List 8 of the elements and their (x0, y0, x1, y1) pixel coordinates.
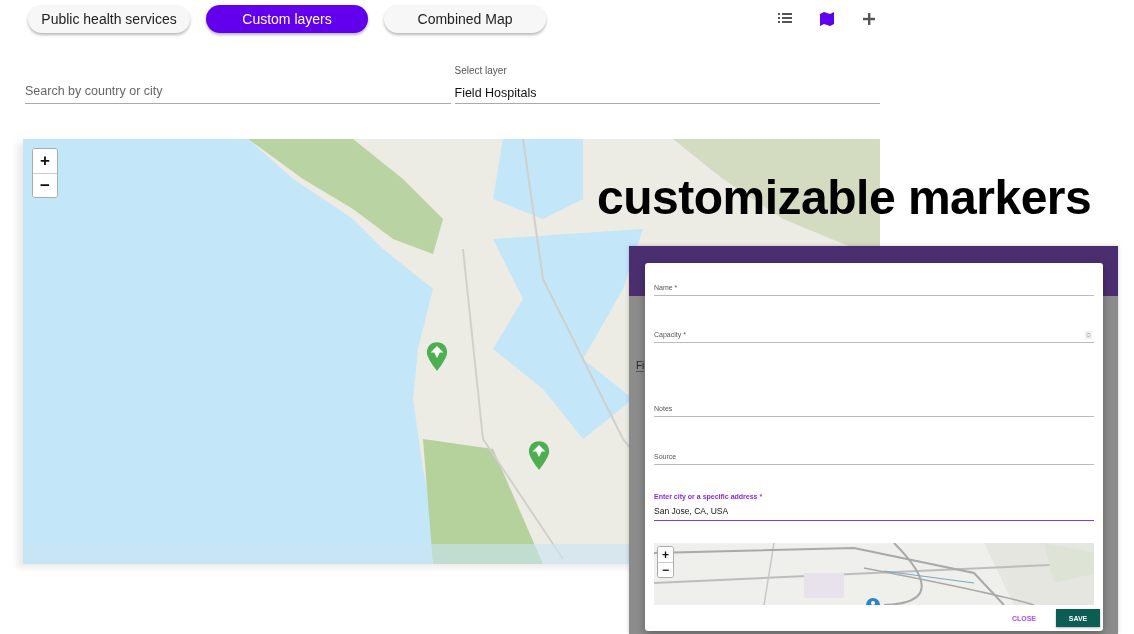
search-field[interactable]: Search by country or city (25, 82, 451, 104)
tab[interactable]: Public health services (28, 5, 190, 33)
tab[interactable]: Custom layers (206, 5, 368, 33)
plus-icon[interactable] (861, 11, 877, 27)
zoom-out-button[interactable]: − (658, 562, 673, 577)
map-icon[interactable] (819, 11, 835, 27)
tab[interactable]: Combined Map (384, 5, 546, 33)
layer-select[interactable]: Select layer Field Hospitals (454, 60, 880, 104)
